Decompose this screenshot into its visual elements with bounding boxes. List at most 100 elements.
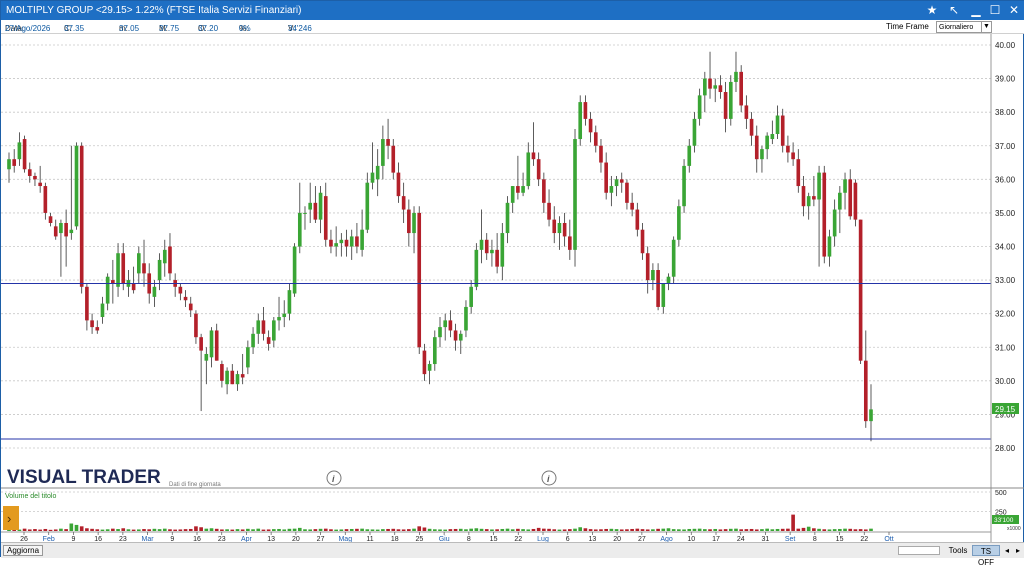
candle-body bbox=[64, 222, 68, 237]
volume-bar bbox=[500, 528, 505, 531]
volume-bar bbox=[365, 529, 370, 531]
candle-body bbox=[178, 286, 183, 294]
candle[interactable] bbox=[728, 75, 733, 126]
volume-bar bbox=[453, 528, 458, 531]
candle-body bbox=[682, 165, 686, 207]
candle-body bbox=[744, 105, 749, 119]
volume-bar bbox=[386, 528, 390, 531]
volume-bar bbox=[510, 529, 515, 531]
expand-panel-button[interactable]: › bbox=[3, 506, 19, 530]
volume-bar bbox=[713, 528, 718, 531]
candle-body bbox=[422, 350, 427, 375]
candle[interactable] bbox=[739, 65, 743, 113]
last-price-tag: 29.15 bbox=[995, 405, 1016, 414]
candle-body bbox=[256, 320, 261, 334]
candle-body bbox=[583, 102, 588, 119]
volume-bar bbox=[199, 527, 203, 531]
candle[interactable] bbox=[573, 128, 577, 267]
volume-bar bbox=[64, 529, 68, 531]
candle[interactable] bbox=[677, 199, 681, 247]
volume-bar bbox=[490, 529, 494, 531]
candle[interactable] bbox=[682, 159, 686, 213]
volume-bar bbox=[27, 529, 32, 531]
candle-body bbox=[209, 330, 214, 358]
volume-bar bbox=[188, 528, 193, 531]
volume-bar bbox=[780, 528, 785, 531]
candle[interactable] bbox=[74, 142, 79, 230]
candle-body bbox=[718, 85, 723, 93]
volume-bar bbox=[739, 529, 743, 531]
y-tick-label: 32.00 bbox=[995, 310, 1016, 319]
volume-bar bbox=[235, 529, 240, 531]
volume-bar bbox=[703, 529, 707, 531]
volume-bar bbox=[162, 528, 167, 531]
chevron-left-icon[interactable]: ◂ bbox=[1002, 545, 1012, 556]
volume-bar bbox=[812, 528, 816, 531]
volume-bar bbox=[609, 528, 614, 531]
refresh-button[interactable]: Aggiorna bbox=[3, 545, 44, 556]
candle-body bbox=[375, 165, 380, 180]
candle-body bbox=[469, 286, 473, 307]
candle-body bbox=[365, 182, 370, 230]
minimize-icon[interactable]: ▁ bbox=[967, 2, 985, 19]
timeframe-select[interactable]: Giornaliero ▼ bbox=[936, 21, 992, 33]
candle-body bbox=[438, 327, 442, 338]
candle-body bbox=[780, 115, 785, 146]
candle-body bbox=[17, 142, 22, 160]
info-icon[interactable]: i bbox=[541, 470, 557, 486]
candle-body bbox=[349, 236, 354, 247]
horizontal-scrollbar[interactable] bbox=[898, 546, 940, 555]
candle-body bbox=[578, 102, 583, 140]
candle[interactable] bbox=[822, 165, 827, 264]
candle[interactable] bbox=[292, 243, 297, 297]
volume-bar bbox=[521, 529, 525, 531]
volume-bar bbox=[220, 529, 224, 531]
volume-bar bbox=[630, 528, 634, 531]
volume-bar bbox=[531, 528, 536, 531]
info-icon[interactable]: i bbox=[326, 470, 342, 486]
volume-bar bbox=[142, 529, 146, 531]
volume-bar bbox=[183, 529, 188, 531]
volume-bar bbox=[391, 528, 396, 531]
candle[interactable] bbox=[858, 219, 863, 365]
candle-body bbox=[651, 270, 655, 281]
candle[interactable] bbox=[22, 135, 27, 173]
candle-body bbox=[464, 306, 468, 331]
volume-bar bbox=[422, 527, 427, 531]
candle[interactable] bbox=[578, 95, 583, 146]
volume-bar bbox=[412, 528, 416, 531]
chevron-down-icon[interactable]: ▼ bbox=[981, 22, 991, 32]
volume-bar bbox=[381, 529, 385, 531]
candle[interactable] bbox=[79, 142, 84, 294]
candle-body bbox=[863, 360, 868, 422]
y-tick-label: 35.00 bbox=[995, 209, 1016, 218]
candle[interactable] bbox=[671, 236, 676, 284]
close-icon[interactable]: ✕ bbox=[1005, 2, 1023, 19]
candle[interactable] bbox=[853, 179, 858, 227]
chevron-right-icon[interactable]: ▸ bbox=[1013, 545, 1023, 556]
candle[interactable] bbox=[417, 206, 422, 354]
chart-area[interactable]: 28.00 29.00 30.00 31.00 32.00 33.00 34.00 35.00… bbox=[1, 34, 1024, 543]
candle-body bbox=[137, 253, 141, 274]
y-tick-label: 40.00 bbox=[995, 41, 1016, 50]
candle-body bbox=[240, 374, 245, 378]
tools-button[interactable]: Tools bbox=[944, 545, 972, 556]
volume-bar bbox=[656, 528, 660, 531]
candle-body bbox=[53, 226, 58, 237]
volume-bar bbox=[173, 529, 177, 531]
ts-off-button[interactable]: TS OFF bbox=[972, 545, 1000, 567]
volume-bar bbox=[168, 529, 172, 531]
candle-body bbox=[59, 222, 63, 234]
volume-bar bbox=[344, 529, 349, 531]
y-tick-label: 39.00 bbox=[995, 75, 1016, 84]
price-chart[interactable]: 28.0029.0030.0031.0032.0033.0034.0035.00… bbox=[1, 34, 1024, 543]
candle-body bbox=[806, 196, 811, 207]
volume-bar bbox=[749, 528, 754, 531]
candle-body bbox=[796, 159, 801, 187]
maximize-icon[interactable]: ☐ bbox=[986, 2, 1004, 19]
star-icon[interactable]: ★ bbox=[923, 2, 941, 19]
candle-body bbox=[458, 333, 463, 341]
volume-bar bbox=[635, 528, 640, 531]
arrow-pointer-icon[interactable]: ↖ bbox=[945, 2, 963, 19]
candle[interactable] bbox=[656, 263, 660, 311]
